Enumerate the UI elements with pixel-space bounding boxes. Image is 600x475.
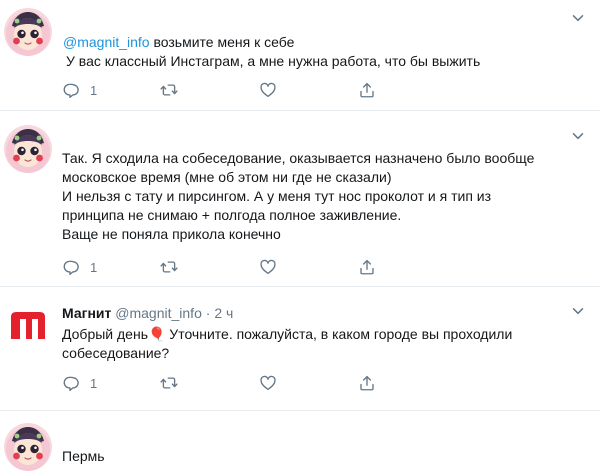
retweet-button[interactable] (160, 80, 178, 100)
tweet-text-fragment: возьмите меня к себе (149, 34, 295, 50)
reply-icon (62, 81, 80, 99)
reply-count: 1 (90, 375, 98, 391)
display-name[interactable]: Магнит (62, 305, 111, 321)
mention-link[interactable]: @magnit_info (63, 34, 150, 50)
retweet-button[interactable] (160, 373, 178, 393)
share-icon (358, 258, 376, 276)
retweet-button[interactable] (160, 257, 178, 277)
chevron-down-icon[interactable] (572, 130, 584, 142)
tweet-actions: 1 (62, 257, 392, 277)
share-button[interactable] (358, 257, 376, 277)
handle[interactable]: @magnit_info (115, 305, 202, 321)
reply-button[interactable]: 1 (62, 373, 97, 393)
heart-icon (259, 81, 277, 99)
reply-icon (62, 374, 80, 392)
tweet-2[interactable]: Так. Я сходила на собеседование, оказыва… (0, 111, 600, 283)
tweet-header: Магнит @magnit_info · 2 ч (62, 304, 233, 322)
tweet-3[interactable]: Магнит @magnit_info · 2 ч Добрый день🎈 У… (0, 287, 600, 407)
reply-count: 1 (90, 82, 98, 98)
tweet-1[interactable]: @magnit_info возьмите меня к себе У вас … (0, 0, 600, 108)
avatar[interactable] (4, 125, 52, 173)
tweet-4[interactable]: Пермь (0, 411, 600, 475)
reply-button[interactable]: 1 (62, 80, 97, 100)
tweet-text-first-line: @magnit_info возьмите меня к себе (63, 33, 294, 51)
chevron-down-icon[interactable] (572, 12, 584, 24)
share-icon (358, 374, 376, 392)
share-icon (358, 81, 376, 99)
retweet-icon (160, 81, 178, 99)
tweet-text: Пермь (62, 448, 105, 464)
timestamp[interactable]: 2 ч (214, 305, 233, 321)
tweet-text: Так. Я сходила на собеседование, оказыва… (62, 150, 535, 242)
retweet-icon (160, 258, 178, 276)
tweet-text: Добрый день🎈 Уточните. пожалуйста, в как… (62, 326, 513, 361)
reply-button[interactable]: 1 (62, 257, 97, 277)
tweet-actions: 1 (62, 373, 392, 393)
avatar-magnit-logo[interactable] (6, 303, 50, 347)
avatar[interactable] (4, 423, 52, 471)
like-button[interactable] (259, 373, 277, 393)
like-button[interactable] (259, 80, 277, 100)
tweet-text: У вас классный Инстаграм, а мне нужна ра… (66, 53, 481, 69)
chevron-down-icon[interactable] (572, 305, 584, 317)
like-button[interactable] (259, 257, 277, 277)
share-button[interactable] (358, 80, 376, 100)
heart-icon (259, 258, 277, 276)
share-button[interactable] (358, 373, 376, 393)
heart-icon (259, 374, 277, 392)
reply-count: 1 (90, 259, 98, 275)
retweet-icon (160, 374, 178, 392)
reply-icon (62, 258, 80, 276)
avatar[interactable] (4, 8, 52, 56)
tweet-actions: 1 (62, 80, 392, 100)
separator: · (205, 305, 211, 321)
